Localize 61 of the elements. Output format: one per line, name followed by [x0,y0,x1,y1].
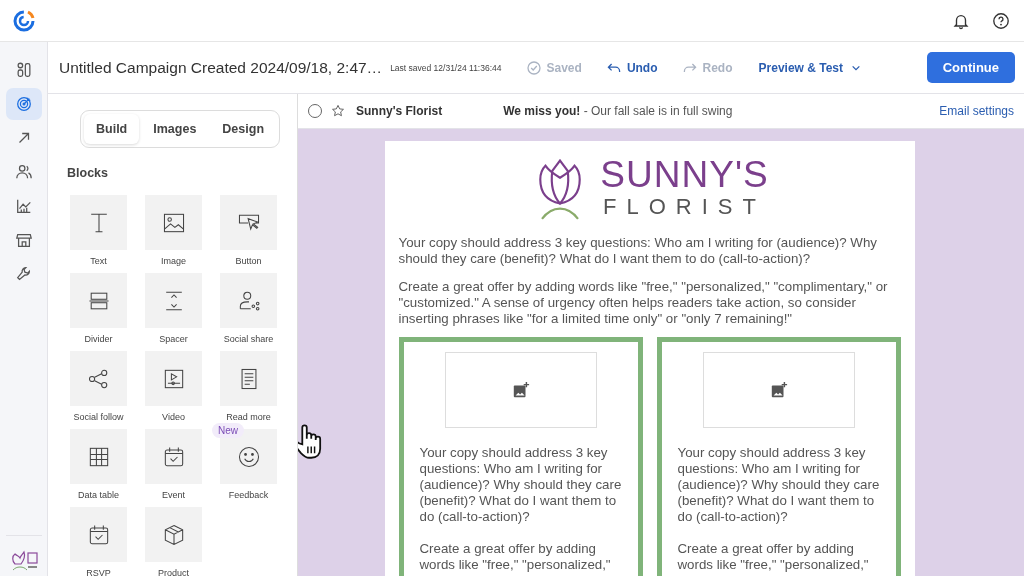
block-label: Image [161,255,186,267]
block-label: Social follow [73,411,124,423]
block-label: Social share [223,333,274,345]
block-label: Button [235,255,262,267]
block-label: Spacer [159,333,188,345]
body-paragraph: Your copy should address 3 key questions: Who am I writing for (audience)? Why should they care (benefit)? What do I want them to do (call-to-action)? [398,235,878,267]
continue-button[interactable]: Continue [926,52,1015,83]
block-tile[interactable] [70,429,127,484]
block-tile[interactable] [220,195,277,250]
tab[interactable]: Images [141,114,209,144]
section-heading: Blocks [67,166,109,180]
add-image-icon [769,381,788,399]
dashboard-icon [14,61,33,79]
email-settings-link[interactable]: Email settings [939,104,1014,118]
block-tile[interactable] [70,351,127,406]
block-tile[interactable] [145,429,202,484]
sender-name: Sunny's Florist [356,104,443,118]
help-icon[interactable] [992,11,1010,30]
block-label: Data table [78,489,119,501]
block-label: Divider [84,333,113,345]
block-tile[interactable] [220,273,277,328]
card-paragraph: Your copy should address 3 key questions: Who am I writing for (audience)? Why should they care (benefit)? What do I want them to do (call-to-action)? [419,445,622,525]
block-label: RSVP [86,567,111,576]
tab[interactable]: Design [210,114,277,144]
nav-item[interactable] [5,88,42,120]
check-circle-icon [525,59,542,76]
preview-test-button[interactable]: Preview & Test [758,60,861,75]
block-label: Video [162,411,185,423]
people-icon [14,163,33,181]
store-icon [14,231,33,249]
block-tile[interactable] [70,507,127,562]
block-tile[interactable] [145,351,202,406]
chart-icon [14,197,33,215]
brand-subtitle: FLORIST [603,194,766,220]
block-tile[interactable] [70,273,127,328]
last-saved-text: Last saved 12/31/24 11:36:44 [390,62,502,73]
undo-button[interactable]: Undo [605,59,658,76]
block-tile[interactable] [145,273,202,328]
block-label: Product [158,567,189,576]
block-tile[interactable] [145,195,202,250]
block-tile[interactable] [145,507,202,562]
block-label: Feedback [228,489,269,501]
block-tile[interactable] [220,351,277,406]
block-tile[interactable] [70,195,127,250]
tab[interactable]: Build [84,114,140,144]
card-paragraph: Create a great offer by adding words like "free," "personalized," [419,541,612,573]
app-logo-icon[interactable] [12,8,36,33]
star-icon[interactable] [331,104,345,118]
add-image-icon [511,381,530,399]
campaign-title[interactable]: Untitled Campaign Created 2024/09/18, 2:47… [59,58,383,77]
target-icon [14,95,33,113]
wrench-icon [14,265,33,283]
block-label: Text [90,255,107,267]
new-badge: New [212,423,244,438]
subject-line: We miss you! - Our fall sale is in full swing [503,104,733,118]
block-label: Read more [226,411,271,423]
block-label: Event [162,489,185,501]
card-paragraph: Your copy should address 3 key questions: Who am I writing for (audience)? Why should they care (benefit)? What do I want them to do (call-to-action)? [677,445,880,525]
card-paragraph: Create a great offer by adding words like "free," "personalized," [677,541,870,573]
brand-name: SUNNY'S [600,156,769,194]
body-paragraph: Create a great offer by adding words like "free," "personalized," "complimentary," or "customized." A sense of urgency often helps readers take action, so consider inserting phrases like "for a limited time only" or "only 7 remaining!" [398,279,889,327]
